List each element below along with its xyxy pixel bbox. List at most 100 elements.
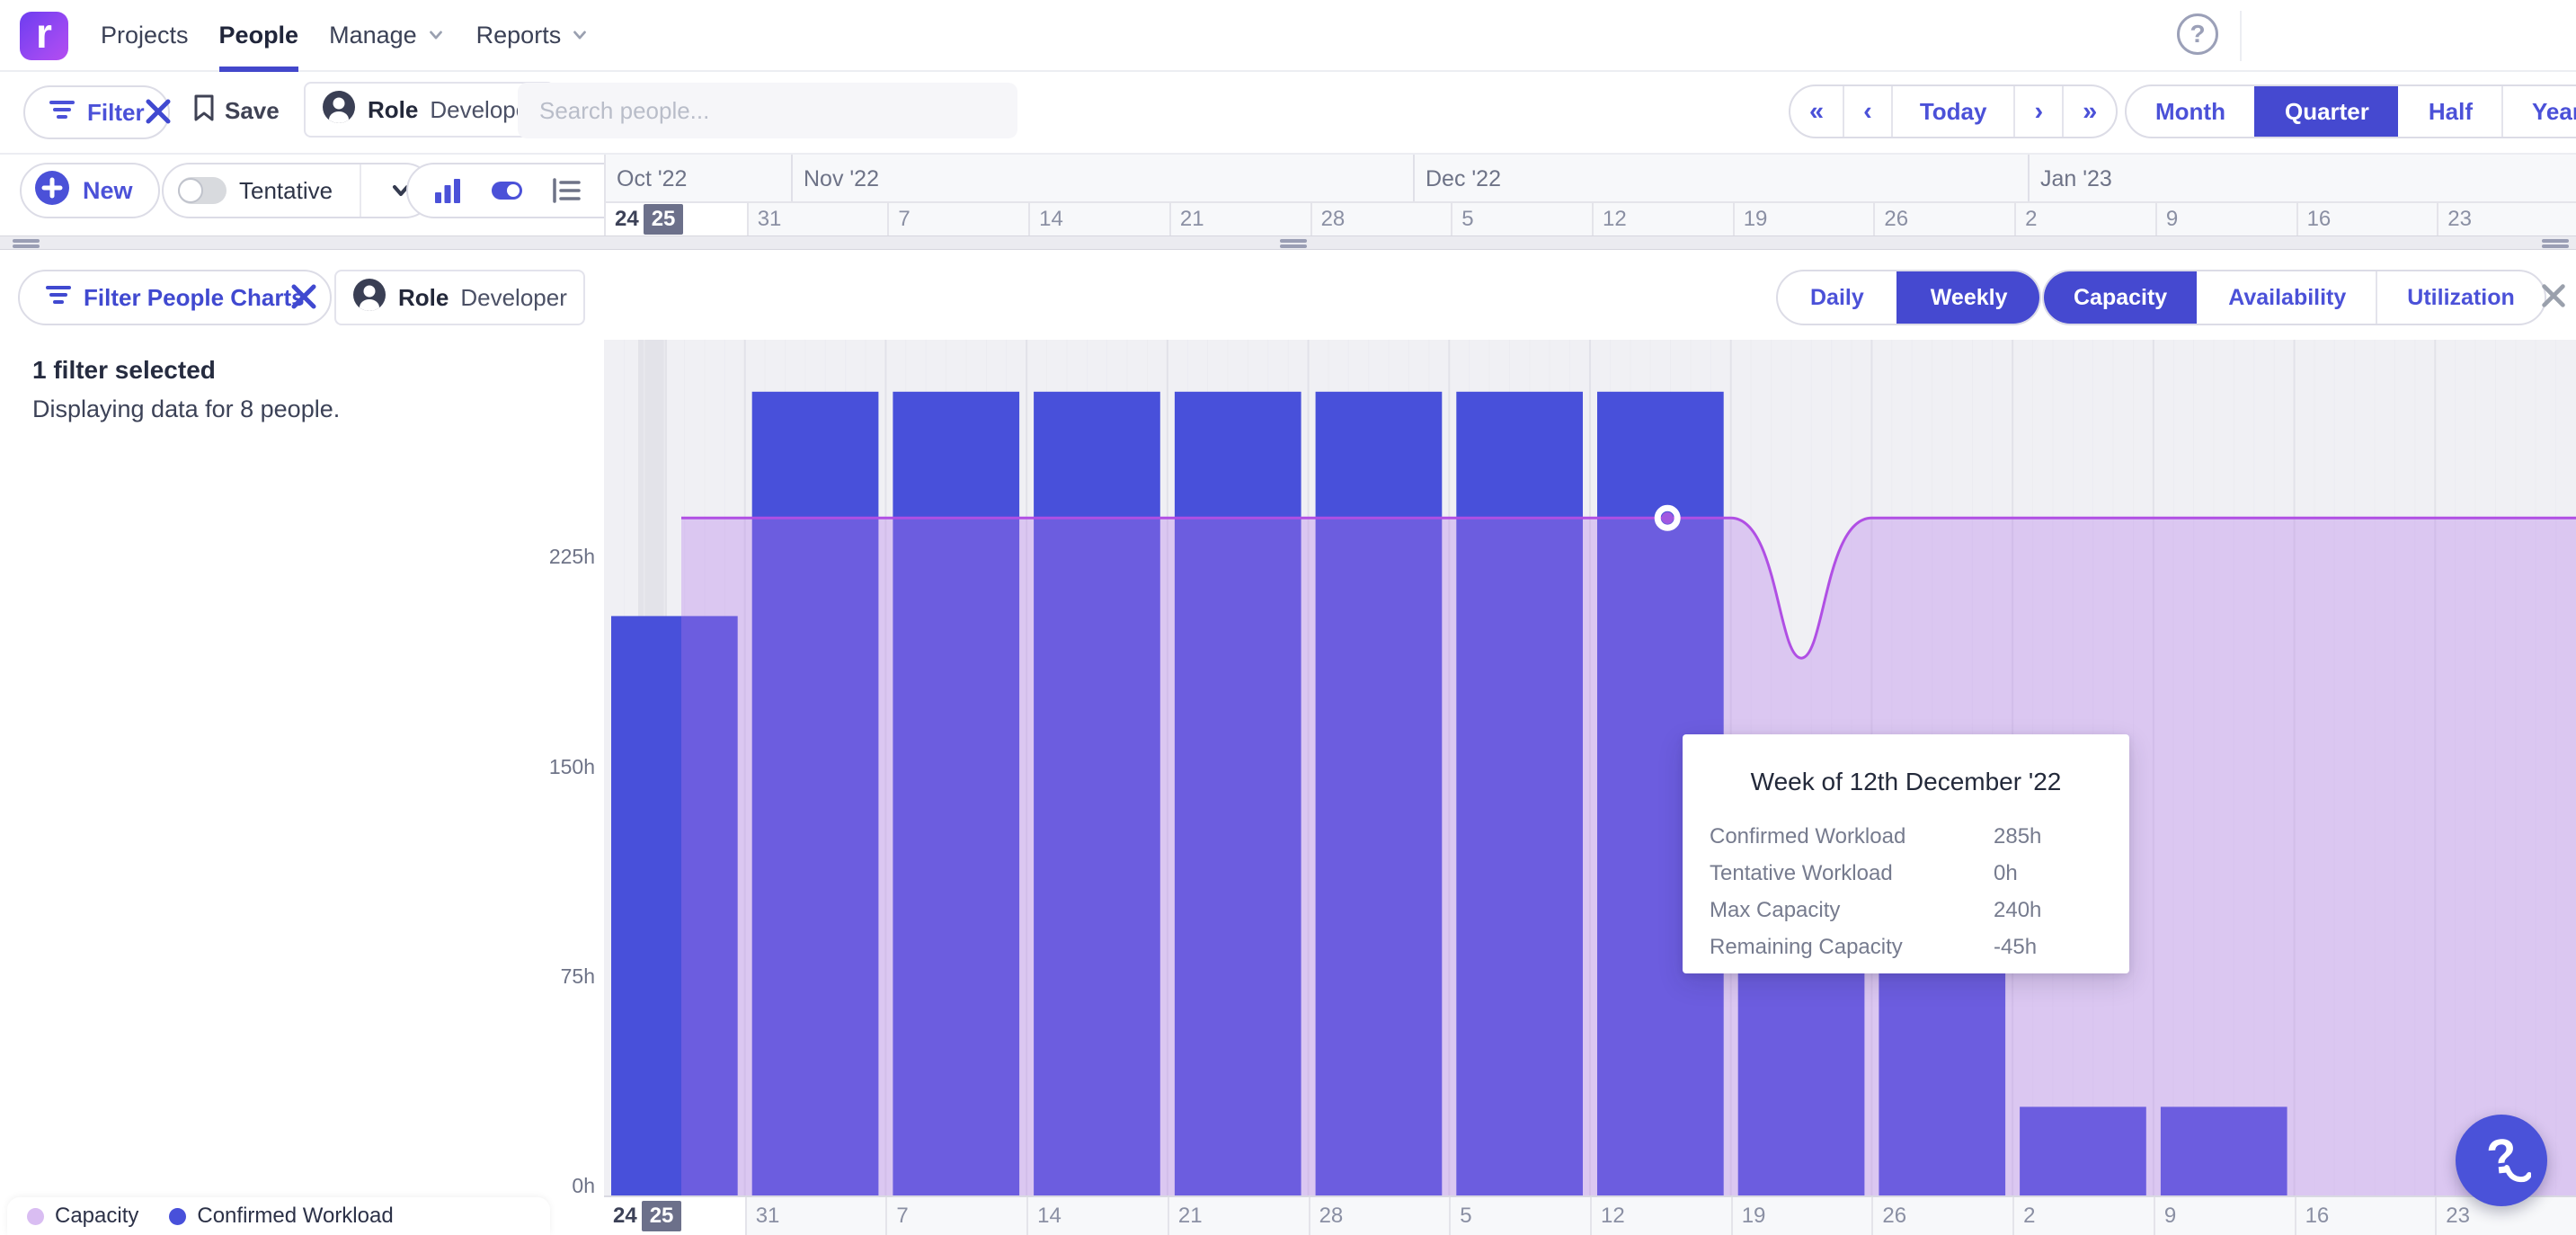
nav-help-button[interactable]: ? <box>2177 13 2218 55</box>
save-filter-button[interactable]: Save <box>192 93 280 129</box>
range-tab-month[interactable]: Month <box>2127 86 2254 137</box>
tooltip-row: Remaining Capacity-45h <box>1710 928 2129 965</box>
month-divider <box>1413 155 1415 201</box>
tooltip-row: Max Capacity240h <box>1710 892 2129 928</box>
month-label: Dec '22 <box>1426 166 1501 192</box>
filter-summary-text: Displaying data for 8 people. <box>32 395 340 423</box>
week-tick-14: 14 <box>1026 1197 1168 1235</box>
nav-item-label: Reports <box>476 22 562 49</box>
week-tick-31: 31 <box>747 203 888 235</box>
nav-item-reports[interactable]: Reports <box>461 0 606 70</box>
nav-item-people[interactable]: People <box>204 0 315 70</box>
pager-prev[interactable]: ‹ <box>1843 86 1891 137</box>
pager-next[interactable]: › <box>2013 86 2062 137</box>
legend-dot <box>27 1208 44 1225</box>
legend-label: Capacity <box>55 1204 138 1229</box>
range-tab-year[interactable]: Year <box>2501 86 2576 137</box>
week-tick-9: 9 <box>2154 1197 2295 1235</box>
week-tick-7: 7 <box>885 1197 1026 1235</box>
help-chat-button[interactable]: ? <box>2456 1115 2547 1206</box>
new-button[interactable]: New <box>20 163 160 218</box>
week-tick-2: 2 <box>2012 1197 2154 1235</box>
metric-tab-availability[interactable]: Availability <box>2197 271 2376 324</box>
tooltip-row: Tentative Workload0h <box>1710 855 2129 892</box>
chart-view-icon[interactable] <box>432 175 463 206</box>
chart-tooltip: Week of 12th December '22 Confirmed Work… <box>1683 734 2129 973</box>
pager-last[interactable]: » <box>2062 86 2116 137</box>
week-tick-12: 12 <box>1590 1197 1731 1235</box>
metric-tab-capacity[interactable]: Capacity <box>2044 271 2197 324</box>
close-charts-button[interactable] <box>2538 280 2571 313</box>
tooltip-row-value: 285h <box>1994 824 2129 849</box>
legend-item: Confirmed Workload <box>169 1204 393 1229</box>
metric-tab-utilization[interactable]: Utilization <box>2376 271 2544 324</box>
person-icon <box>352 278 386 318</box>
week-tick-5: 5 <box>1449 1197 1590 1235</box>
help-chat-tail <box>2504 1164 2531 1188</box>
nav-items: Projects People Manage Reports <box>85 0 605 70</box>
new-button-label: New <box>83 177 133 205</box>
capacity-chart[interactable] <box>604 340 2576 1195</box>
app-logo-letter: r <box>36 13 52 54</box>
nav-item-label: People <box>219 22 299 49</box>
granularity-tab-weekly[interactable]: Weekly <box>1896 271 2040 324</box>
y-axis-label: 0h <box>485 1174 595 1198</box>
bookmark-icon <box>192 93 216 129</box>
filter-people-charts-button[interactable]: Filter People Charts <box>18 270 332 325</box>
granularity-tabs: DailyWeekly <box>1776 270 2041 325</box>
pager-today[interactable]: Today <box>1891 86 2014 137</box>
week-tick-label: 24 <box>613 1204 637 1229</box>
tooltip-rows: Confirmed Workload285hTentative Workload… <box>1710 818 2129 965</box>
search-input[interactable] <box>518 83 1017 138</box>
today-marker: 25 <box>642 1201 682 1231</box>
range-tabs: MonthQuarterHalfYear <box>2125 84 2576 138</box>
filter-icon <box>45 283 72 313</box>
range-tab-half[interactable]: Half <box>2398 86 2501 137</box>
chart-role-filter-chip[interactable]: Role Developer <box>334 270 585 325</box>
nav-item-projects[interactable]: Projects <box>85 0 204 70</box>
pane-splitter[interactable] <box>0 235 2576 250</box>
clear-filter-button[interactable] <box>142 95 174 128</box>
tooltip-row-label: Remaining Capacity <box>1710 935 1994 960</box>
drag-handle[interactable] <box>1280 239 1307 248</box>
toggle-view-icon[interactable] <box>491 180 523 201</box>
close-icon <box>2538 299 2569 315</box>
top-nav: r Projects People Manage Reports ? <box>0 0 2576 72</box>
filter-icon <box>49 98 76 128</box>
app-logo[interactable]: r <box>20 12 68 60</box>
tooltip-row-value: 0h <box>1994 861 2129 886</box>
tentative-control: Tentative <box>162 163 433 218</box>
list-view-icon[interactable] <box>551 175 582 206</box>
y-axis-label: 75h <box>485 964 595 989</box>
runn-people-planner-page: r ProjectsPeopleManageReports ? Filter S… <box>0 0 2576 1235</box>
nav-item-label: Manage <box>329 22 417 49</box>
week-tick-16: 16 <box>2296 203 2438 235</box>
pager-first[interactable]: « <box>1790 86 1843 137</box>
chevron-down-icon <box>426 25 446 45</box>
week-tick-26: 26 <box>1871 1197 2012 1235</box>
clear-chart-filter-button[interactable] <box>288 280 320 313</box>
date-pager: «‹Today›» <box>1789 84 2118 138</box>
today-marker: 25 <box>644 204 684 235</box>
nav-item-manage[interactable]: Manage <box>314 0 461 70</box>
timeline-header: Oct '22Nov '22Dec '22Jan '23 24253171421… <box>604 155 2576 235</box>
role-chip-label: Role <box>398 284 449 312</box>
legend-label: Confirmed Workload <box>197 1204 393 1229</box>
week-tick-9: 9 <box>2155 203 2296 235</box>
tentative-toggle[interactable] <box>178 177 227 204</box>
week-tick-2: 2 <box>2014 203 2155 235</box>
tooltip-title: Week of 12th December '22 <box>1683 768 2129 796</box>
timeline-months: Oct '22Nov '22Dec '22Jan '23 <box>606 155 2576 201</box>
tooltip-row-label: Confirmed Workload <box>1710 824 1994 849</box>
tooltip-row-label: Tentative Workload <box>1710 861 1994 886</box>
drag-handle[interactable] <box>13 239 40 248</box>
tooltip-row-value: -45h <box>1994 935 2129 960</box>
tooltip-row-value: 240h <box>1994 898 2129 923</box>
range-tab-quarter[interactable]: Quarter <box>2254 86 2398 137</box>
drag-handle[interactable] <box>2542 239 2569 248</box>
role-chip-label: Role <box>368 96 418 124</box>
chart-legend: Capacity Confirmed Workload <box>7 1197 550 1235</box>
week-tick-7: 7 <box>887 203 1028 235</box>
granularity-tab-daily[interactable]: Daily <box>1778 271 1896 324</box>
role-chip-value: Developer <box>460 284 567 312</box>
